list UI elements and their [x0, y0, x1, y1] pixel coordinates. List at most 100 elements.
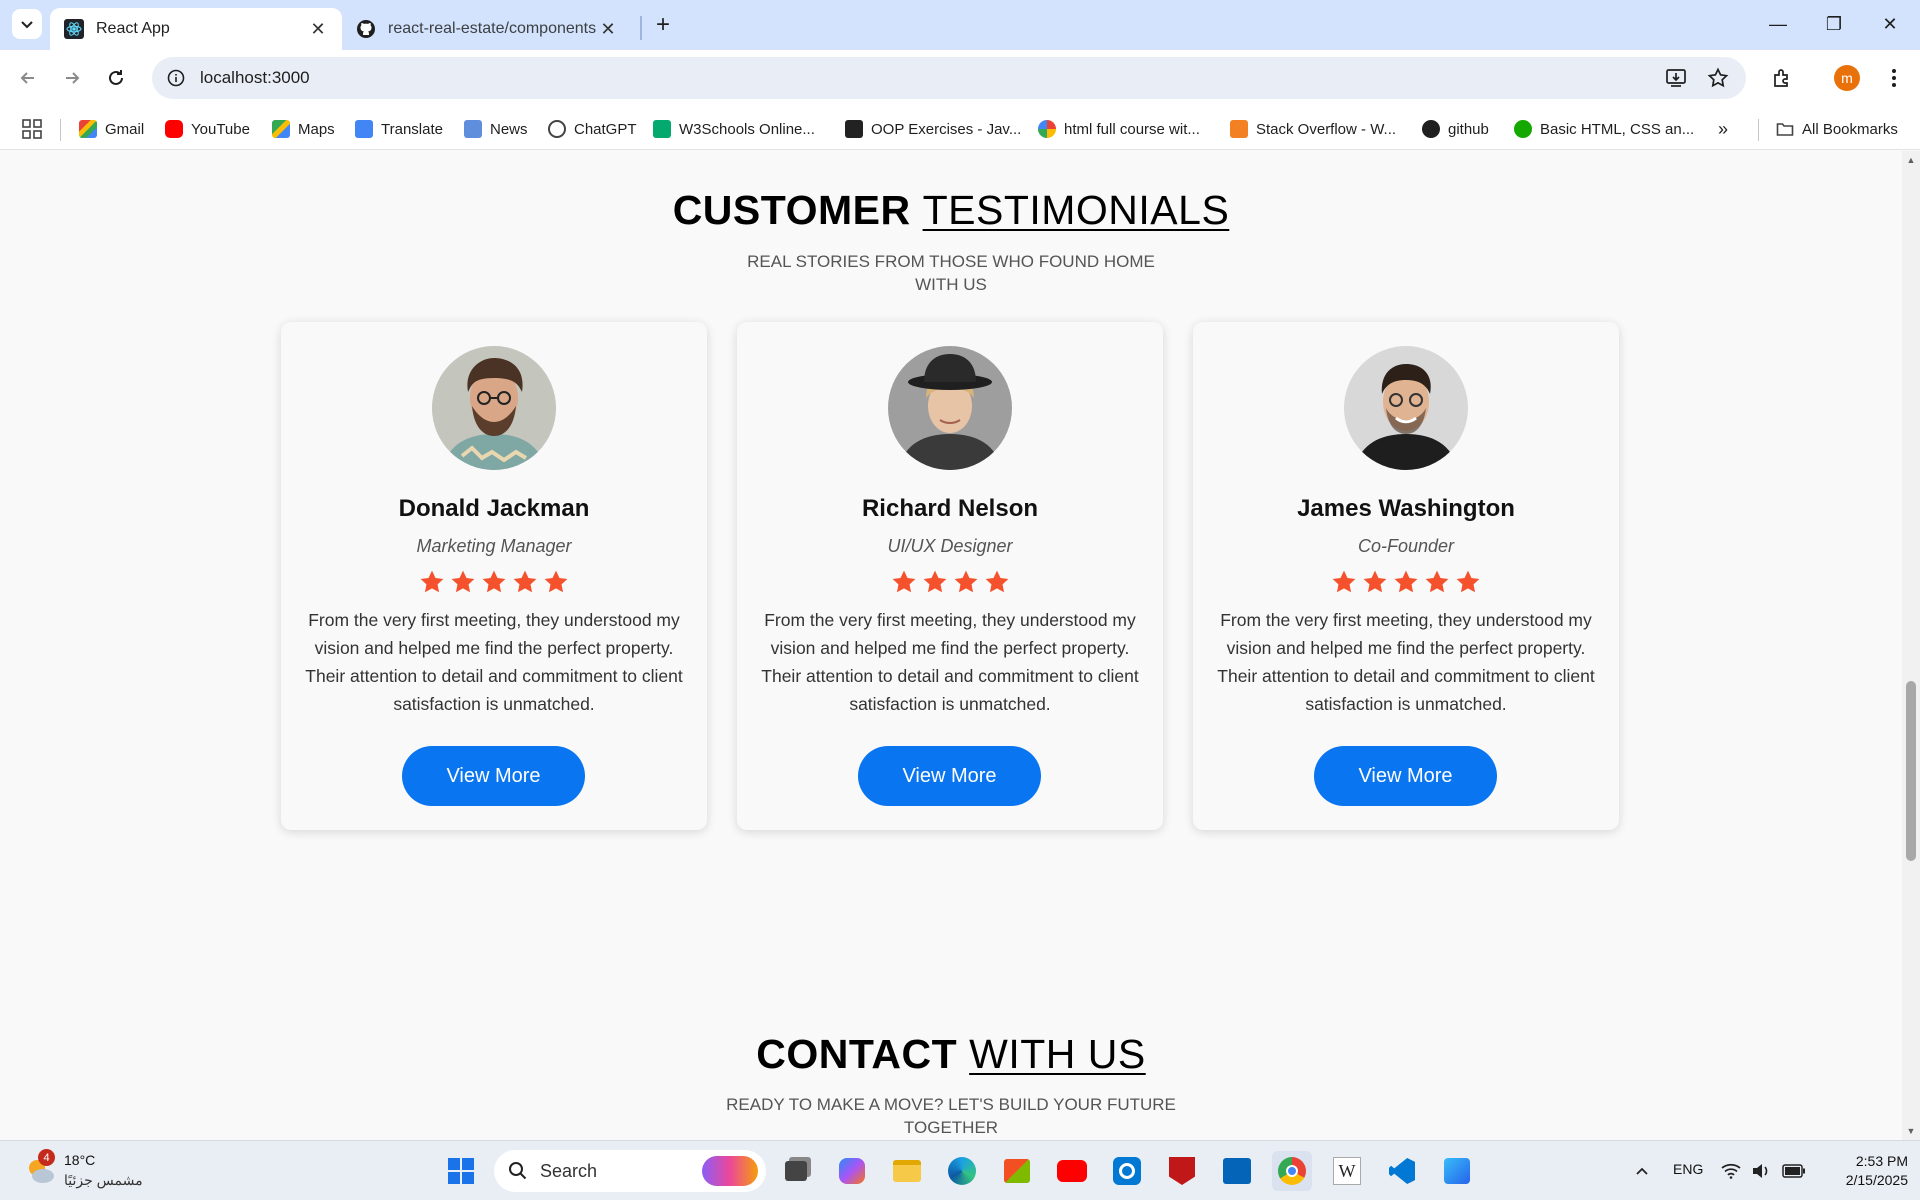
wikipedia-icon[interactable]: W — [1327, 1151, 1367, 1191]
youtube-app-icon[interactable] — [1052, 1151, 1092, 1191]
bookmark-label: OOP Exercises - Jav... — [871, 120, 1022, 138]
bookmark-gmail[interactable]: Gmail — [79, 114, 144, 144]
star-icon — [1391, 567, 1422, 597]
tab-title: React App — [96, 20, 170, 37]
bookmark-chatgpt[interactable]: ChatGPT — [548, 114, 637, 144]
copilot-icon[interactable] — [832, 1151, 872, 1191]
forward-button[interactable] — [56, 62, 88, 94]
scroll-down-arrow-icon[interactable]: ▼ — [1906, 1126, 1916, 1136]
tab-separator — [640, 16, 642, 40]
install-app-icon[interactable] — [1656, 58, 1696, 98]
page-scrollbar[interactable]: ▲ ▼ — [1902, 151, 1920, 1140]
bookmark-basic-html[interactable]: Basic HTML, CSS an... — [1514, 114, 1694, 144]
bookmark-maps[interactable]: Maps — [272, 114, 335, 144]
tab-github[interactable]: react-real-estate/components a ✕ — [342, 8, 632, 50]
paint-app-icon[interactable] — [1437, 1151, 1477, 1191]
outlook-icon[interactable] — [1217, 1151, 1257, 1191]
bookmark-star-icon[interactable] — [1698, 58, 1738, 98]
testimonial-text: From the very first meeting, they unders… — [1217, 610, 1595, 714]
menu-kebab-icon[interactable] — [1874, 58, 1914, 98]
bookmark-github[interactable]: github — [1422, 114, 1489, 144]
subtitle-line: WITH US — [915, 275, 987, 294]
bookmark-news[interactable]: News — [464, 114, 528, 144]
person-name: Richard Nelson — [861, 495, 1039, 522]
tab-react-app[interactable]: React App ✕ — [50, 8, 342, 50]
volume-icon[interactable] — [1746, 1151, 1776, 1191]
view-more-button[interactable]: View More — [402, 746, 585, 806]
bookmark-label: Translate — [381, 120, 443, 138]
subtitle-line: TOGETHER — [903, 1118, 999, 1137]
github-icon — [1422, 120, 1440, 138]
scrollbar-thumb[interactable] — [1906, 681, 1916, 861]
task-view-icon[interactable] — [776, 1151, 816, 1191]
testimonial-text: From the very first meeting, they unders… — [761, 610, 1139, 714]
cortana-icon[interactable] — [1107, 1151, 1147, 1191]
system-clock[interactable]: 2:53 PM 2/15/2025 — [1822, 1152, 1908, 1190]
view-more-button[interactable]: View More — [858, 746, 1041, 806]
back-button[interactable] — [12, 62, 44, 94]
restore-button[interactable]: ❐ — [1806, 0, 1862, 48]
bookmark-oop-exercises[interactable]: OOP Exercises - Jav... — [845, 114, 1021, 144]
close-window-button[interactable]: ✕ — [1862, 0, 1918, 48]
bookmark-divider — [60, 119, 61, 141]
show-hidden-icons-chevron-icon[interactable] — [1622, 1151, 1662, 1191]
star-icon — [1360, 567, 1391, 597]
bookmark-stack-overflow[interactable]: Stack Overflow - W... — [1230, 114, 1396, 144]
close-tab-icon[interactable]: ✕ — [308, 19, 328, 39]
chrome-icon[interactable] — [1272, 1151, 1312, 1191]
address-bar[interactable]: localhost:3000 — [152, 57, 1746, 99]
site-info-icon[interactable] — [162, 64, 190, 92]
google-icon — [1038, 120, 1056, 138]
bookmark-label: Stack Overflow - W... — [1256, 120, 1397, 138]
bookmark-label: Basic HTML, CSS an... — [1540, 120, 1695, 138]
star-icon — [510, 567, 541, 597]
bookmark-html-course[interactable]: html full course wit... — [1038, 114, 1200, 144]
windows-start-icon[interactable] — [441, 1151, 481, 1191]
folder-icon — [1776, 123, 1794, 136]
subtitle-line: READY TO MAKE A MOVE? LET'S BUILD YOUR F… — [726, 1095, 1176, 1114]
weather-notification-badge: 4 — [38, 1149, 55, 1166]
extensions-icon[interactable] — [1762, 58, 1802, 98]
new-tab-button[interactable]: + — [650, 10, 676, 40]
bookmark-label: W3Schools Online... — [679, 120, 815, 138]
bookmark-youtube[interactable]: YouTube — [165, 114, 250, 144]
reload-button[interactable] — [100, 62, 132, 94]
file-explorer-icon[interactable] — [887, 1151, 927, 1191]
maps-icon — [272, 120, 290, 138]
contact-subtitle: READY TO MAKE A MOVE? LET'S BUILD YOUR F… — [0, 1093, 1902, 1139]
battery-icon[interactable] — [1778, 1151, 1810, 1191]
search-highlight-icon — [702, 1156, 758, 1186]
wifi-icon[interactable] — [1716, 1151, 1746, 1191]
minimize-button[interactable]: — — [1750, 0, 1806, 48]
gmail-icon — [79, 120, 97, 138]
person-name: Donald Jackman — [398, 495, 590, 522]
weather-description: مشمس جزئيًا — [64, 1172, 143, 1188]
search-placeholder: Search — [540, 1160, 598, 1181]
scroll-up-arrow-icon[interactable]: ▲ — [1906, 155, 1916, 165]
bookmark-divider — [1758, 119, 1759, 141]
weather-icon[interactable]: 4 — [20, 1149, 60, 1191]
browser-tab-bar: React App ✕ react-real-estate/components… — [0, 0, 1920, 50]
taskbar-search-box[interactable]: Search — [494, 1150, 766, 1192]
testimonials-subtitle: REAL STORIES FROM THOSE WHO FOUND HOME W… — [0, 250, 1902, 296]
edge-browser-icon[interactable] — [942, 1151, 982, 1191]
windows-taskbar: 4 18°C مشمس جزئيًا Search W ENG 2:53 PM … — [0, 1140, 1920, 1200]
profile-avatar[interactable]: m — [1834, 65, 1860, 91]
search-icon — [509, 1162, 527, 1180]
tab-search-button[interactable] — [12, 9, 42, 39]
mcafee-icon[interactable] — [1162, 1151, 1202, 1191]
more-bookmarks-chevron-icon[interactable]: » — [1718, 114, 1728, 144]
bookmark-translate[interactable]: Translate — [355, 114, 443, 144]
browser-toolbar: localhost:3000 m — [0, 50, 1920, 108]
bookmark-w3schools[interactable]: W3Schools Online... — [653, 114, 815, 144]
view-more-button[interactable]: View More — [1314, 746, 1497, 806]
bookmark-label: html full course wit... — [1064, 120, 1200, 138]
avatar — [1344, 346, 1468, 470]
react-logo-icon — [64, 19, 84, 39]
microsoft-store-icon[interactable] — [997, 1151, 1037, 1191]
vscode-icon[interactable] — [1382, 1151, 1422, 1191]
apps-grid-icon[interactable] — [22, 114, 42, 144]
language-indicator[interactable]: ENG — [1673, 1161, 1703, 1177]
close-tab-icon[interactable]: ✕ — [598, 19, 618, 39]
all-bookmarks-button[interactable]: All Bookmarks — [1776, 114, 1898, 144]
